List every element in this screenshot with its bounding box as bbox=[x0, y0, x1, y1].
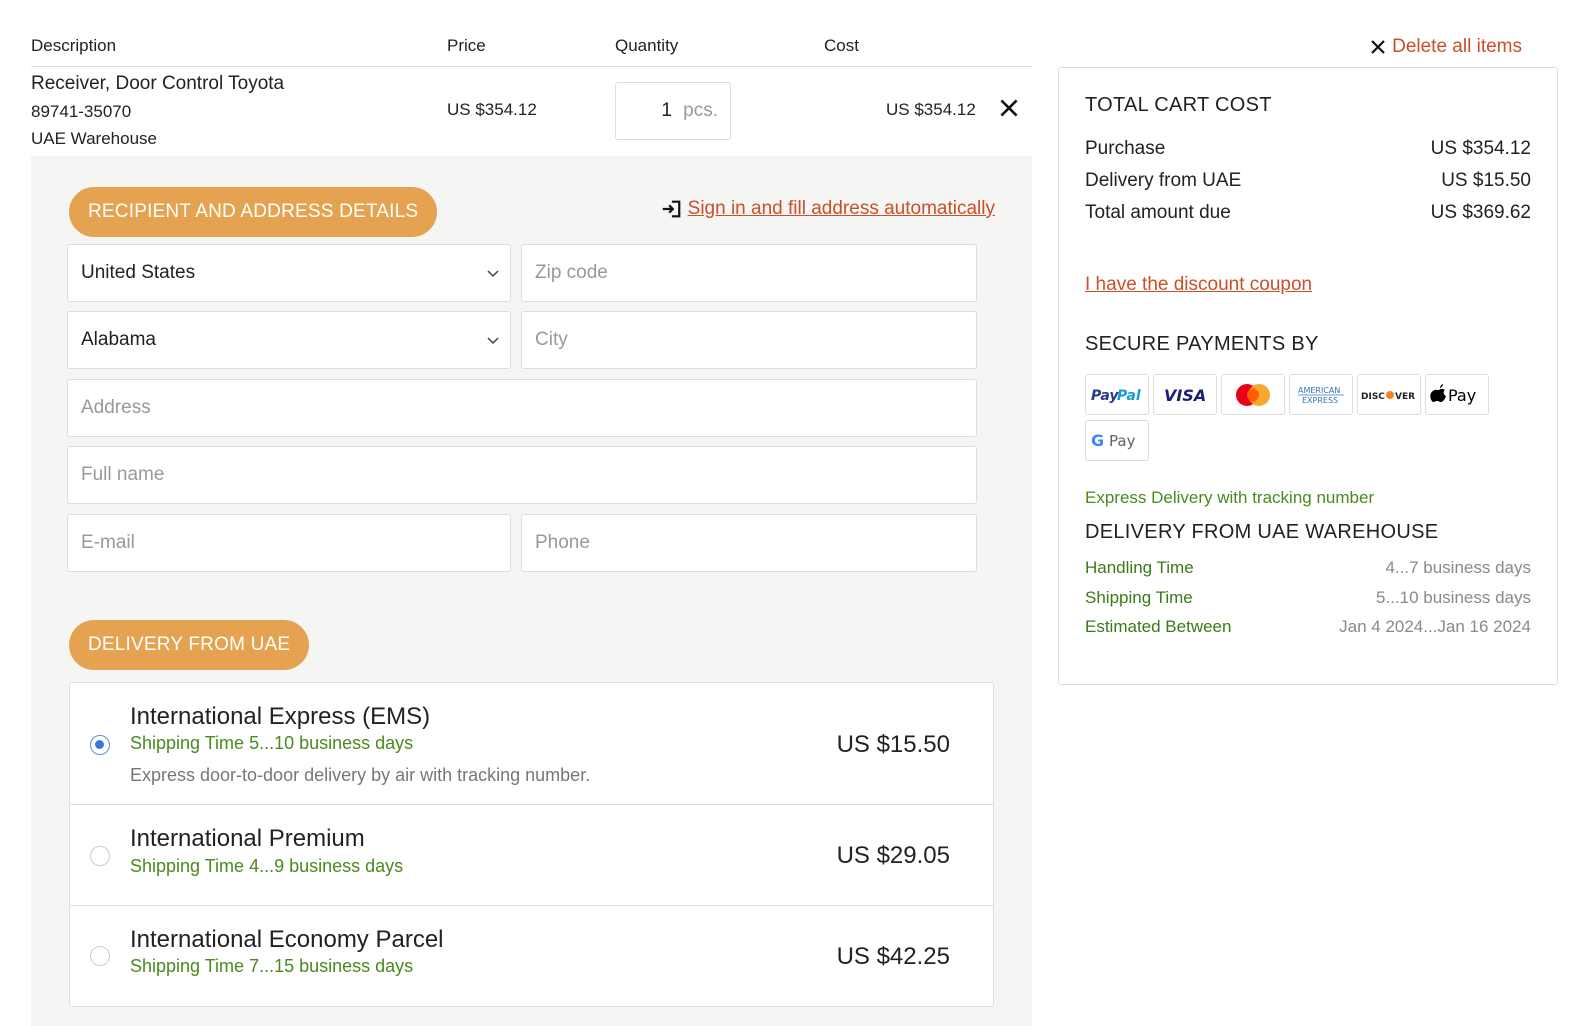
estimated-value: Jan 4 2024...Jan 16 2024 bbox=[1339, 617, 1531, 636]
estimated-row: Estimated Between Jan 4 2024...Jan 16 20… bbox=[1085, 617, 1531, 637]
country-select[interactable]: United States bbox=[67, 244, 511, 302]
header-price: Price bbox=[447, 36, 486, 55]
email-input[interactable]: E-mail bbox=[67, 514, 511, 572]
item-name: Receiver, Door Control Toyota bbox=[31, 73, 285, 94]
delete-all-label: Delete all items bbox=[1392, 36, 1522, 57]
option-shipping-time: Shipping Time 4...9 business days bbox=[130, 856, 404, 876]
express-delivery-note: Express Delivery with tracking number bbox=[1085, 488, 1375, 507]
visa-icon: VISA bbox=[1153, 374, 1217, 415]
country-value: United States bbox=[81, 262, 196, 283]
item-warehouse: UAE Warehouse bbox=[31, 129, 157, 148]
shipping-option-ems[interactable]: International Express (EMS) Shipping Tim… bbox=[70, 683, 993, 805]
signin-autofill-link[interactable]: Sign in and fill address automatically bbox=[660, 198, 995, 220]
shipping-options-list: International Express (EMS) Shipping Tim… bbox=[69, 682, 994, 1007]
chevron-down-icon bbox=[487, 270, 499, 278]
phone-input[interactable]: Phone bbox=[521, 514, 977, 572]
option-name: International Economy Parcel bbox=[130, 926, 444, 953]
option-shipping-time: Shipping Time 5...10 business days bbox=[130, 733, 414, 753]
item-price: US $354.12 bbox=[447, 100, 537, 119]
address-input[interactable]: Address bbox=[67, 379, 977, 437]
svg-text:Pal: Pal bbox=[1117, 388, 1141, 404]
delete-all-button[interactable]: Delete all items bbox=[1369, 36, 1522, 58]
shipping-time-row: Shipping Time 5...10 business days bbox=[1085, 588, 1531, 608]
payments-title: SECURE PAYMENTS BY bbox=[1085, 333, 1319, 355]
delivery-row: Delivery from UAE US $15.50 bbox=[1085, 170, 1531, 192]
cart-table-header: Description Price Quantity Cost bbox=[31, 33, 1032, 67]
cart-summary-panel: TOTAL CART COST Purchase US $354.12 Deli… bbox=[1058, 67, 1558, 685]
handling-time-row: Handling Time 4...7 business days bbox=[1085, 558, 1531, 578]
quantity-value[interactable]: 1 bbox=[661, 100, 672, 122]
svg-text:AMERICAN: AMERICAN bbox=[1298, 386, 1340, 395]
state-select[interactable]: Alabama bbox=[67, 311, 511, 369]
city-input[interactable]: City bbox=[521, 311, 977, 369]
svg-text:G: G bbox=[1091, 431, 1104, 450]
summary-title: TOTAL CART COST bbox=[1085, 94, 1272, 116]
warehouse-delivery-title: DELIVERY FROM UAE WAREHOUSE bbox=[1085, 521, 1439, 543]
header-cost: Cost bbox=[824, 36, 859, 55]
quantity-input[interactable]: 1 pcs. bbox=[615, 82, 731, 140]
chevron-down-icon bbox=[487, 337, 499, 345]
full-name-input[interactable]: Full name bbox=[67, 446, 977, 504]
handling-value: 4...7 business days bbox=[1385, 558, 1531, 577]
svg-text:Pay: Pay bbox=[1448, 386, 1476, 405]
state-value: Alabama bbox=[81, 329, 156, 350]
item-part-number: 89741-35070 bbox=[31, 102, 132, 121]
shipping-label: Shipping Time bbox=[1085, 588, 1193, 607]
amex-icon: AMERICAN EXPRESS bbox=[1289, 374, 1353, 415]
option-name: International Express (EMS) bbox=[130, 703, 431, 730]
shipping-value: 5...10 business days bbox=[1376, 588, 1531, 607]
svg-text:VISA: VISA bbox=[1164, 386, 1206, 405]
delivery-value: US $15.50 bbox=[1441, 170, 1531, 191]
estimated-label: Estimated Between bbox=[1085, 617, 1232, 636]
purchase-value: US $354.12 bbox=[1430, 138, 1531, 159]
header-description: Description bbox=[31, 36, 117, 55]
delivery-label: Delivery from UAE bbox=[1085, 170, 1242, 191]
svg-text:Pay: Pay bbox=[1109, 432, 1136, 450]
cart-item-row: Receiver, Door Control Toyota 89741-3507… bbox=[31, 67, 1032, 156]
apple-pay-icon: Pay bbox=[1425, 374, 1489, 415]
option-name: International Premium bbox=[130, 825, 365, 852]
mastercard-icon bbox=[1221, 374, 1285, 415]
radio-unselected[interactable] bbox=[90, 846, 110, 866]
radio-unselected[interactable] bbox=[90, 946, 110, 966]
paypal-icon: Pay Pal bbox=[1085, 374, 1149, 415]
recipient-section-title: RECIPIENT AND ADDRESS DETAILS bbox=[69, 187, 438, 237]
zip-code-input[interactable]: Zip code bbox=[521, 244, 977, 302]
total-row: Total amount due US $369.62 bbox=[1085, 202, 1531, 224]
purchase-row: Purchase US $354.12 bbox=[1085, 138, 1531, 160]
handling-label: Handling Time bbox=[1085, 558, 1194, 577]
radio-selected[interactable] bbox=[90, 735, 110, 755]
total-label: Total amount due bbox=[1085, 202, 1231, 223]
delivery-section-title: DELIVERY FROM UAE bbox=[69, 620, 310, 670]
option-shipping-time: Shipping Time 7...15 business days bbox=[130, 956, 414, 976]
purchase-label: Purchase bbox=[1085, 138, 1166, 159]
signin-link-label: Sign in and fill address automatically bbox=[687, 198, 995, 219]
sign-in-icon bbox=[662, 200, 681, 218]
quantity-unit: pcs. bbox=[683, 100, 718, 121]
discover-icon: DISC VER bbox=[1357, 374, 1421, 415]
option-description: Express door-to-door delivery by air wit… bbox=[130, 765, 591, 785]
close-icon bbox=[1371, 40, 1385, 54]
svg-text:EXPRESS: EXPRESS bbox=[1302, 396, 1338, 405]
item-cost: US $354.12 bbox=[886, 100, 976, 119]
option-price: US $29.05 bbox=[836, 842, 950, 869]
option-price: US $42.25 bbox=[836, 943, 950, 970]
total-value: US $369.62 bbox=[1430, 202, 1531, 223]
option-price: US $15.50 bbox=[836, 731, 950, 758]
google-pay-icon: G Pay bbox=[1085, 420, 1149, 461]
svg-text:DISC: DISC bbox=[1361, 392, 1385, 402]
svg-text:VER: VER bbox=[1395, 392, 1415, 402]
header-quantity: Quantity bbox=[615, 36, 679, 55]
svg-text:Pay: Pay bbox=[1091, 388, 1119, 404]
shipping-option-premium[interactable]: International Premium Shipping Time 4...… bbox=[70, 805, 993, 906]
discount-coupon-link[interactable]: I have the discount coupon bbox=[1085, 274, 1312, 296]
shipping-option-economy[interactable]: International Economy Parcel Shipping Ti… bbox=[70, 906, 993, 1006]
remove-item-icon[interactable] bbox=[996, 95, 1022, 121]
